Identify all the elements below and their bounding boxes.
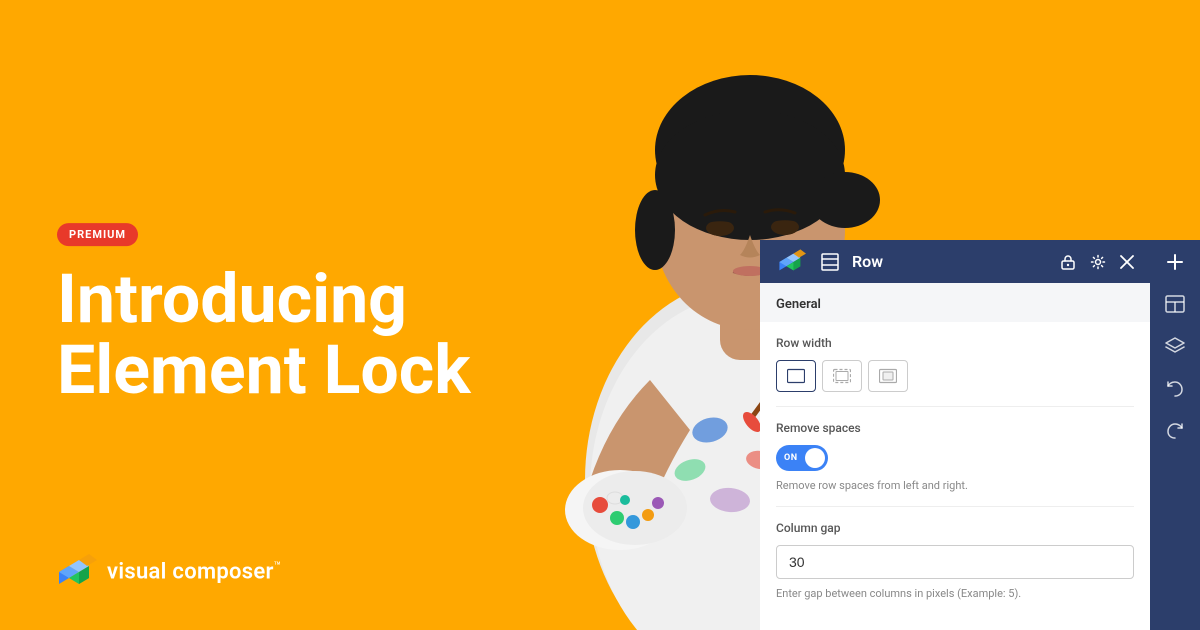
panel-logo xyxy=(776,246,808,278)
panel-header-actions xyxy=(1060,254,1134,270)
panel-title: Row xyxy=(852,252,1048,271)
row-width-boxed-btn[interactable] xyxy=(822,360,862,392)
sidebar-layers-icon[interactable] xyxy=(1163,334,1187,358)
logo-icon xyxy=(57,554,97,590)
section-general: General xyxy=(760,283,1150,322)
premium-badge: PREMIUM xyxy=(57,223,138,246)
sidebar-layout-icon[interactable] xyxy=(1163,292,1187,316)
background: PREMIUM Introducing Element Lock visual … xyxy=(0,0,1200,630)
column-gap-input[interactable] xyxy=(776,545,1134,579)
column-gap-field: Column gap Enter gap between columns in … xyxy=(776,507,1134,614)
lock-button[interactable] xyxy=(1060,254,1076,270)
sidebar-undo-icon[interactable] xyxy=(1163,376,1187,400)
settings-button[interactable] xyxy=(1090,254,1106,270)
headline-line1: Introducing xyxy=(57,264,471,335)
panel-header: Row xyxy=(760,240,1150,283)
sidebar-redo-icon[interactable] xyxy=(1163,418,1187,442)
remove-spaces-label: Remove spaces xyxy=(776,421,1134,435)
remove-spaces-toggle[interactable]: ON xyxy=(776,445,828,471)
brand-name: visual composer™ xyxy=(107,559,282,584)
row-width-label: Row width xyxy=(776,336,1134,350)
settings-panel: Row xyxy=(760,240,1150,630)
row-width-custom-btn[interactable] xyxy=(868,360,908,392)
panel-row-icon xyxy=(820,252,840,272)
remove-spaces-toggle-row: ON xyxy=(776,445,1134,471)
remove-spaces-hint: Remove row spaces from left and right. xyxy=(776,479,1134,492)
row-width-field: Row width xyxy=(776,322,1134,407)
column-gap-hint: Enter gap between columns in pixels (Exa… xyxy=(776,587,1134,600)
left-content: PREMIUM Introducing Element Lock xyxy=(57,223,471,407)
remove-spaces-field: Remove spaces ON Remove row spaces from … xyxy=(776,407,1134,507)
headline-line2: Element Lock xyxy=(57,336,471,407)
brand-logo: visual composer™ xyxy=(57,554,282,590)
column-gap-label: Column gap xyxy=(776,521,1134,535)
row-width-options xyxy=(776,360,1134,392)
toggle-on-label: ON xyxy=(784,453,798,463)
panel-body: Row width xyxy=(760,322,1150,630)
toggle-knob xyxy=(805,448,825,468)
row-width-full-btn[interactable] xyxy=(776,360,816,392)
sidebar xyxy=(1150,240,1200,630)
sidebar-add-icon[interactable] xyxy=(1163,250,1187,274)
close-button[interactable] xyxy=(1120,255,1134,269)
